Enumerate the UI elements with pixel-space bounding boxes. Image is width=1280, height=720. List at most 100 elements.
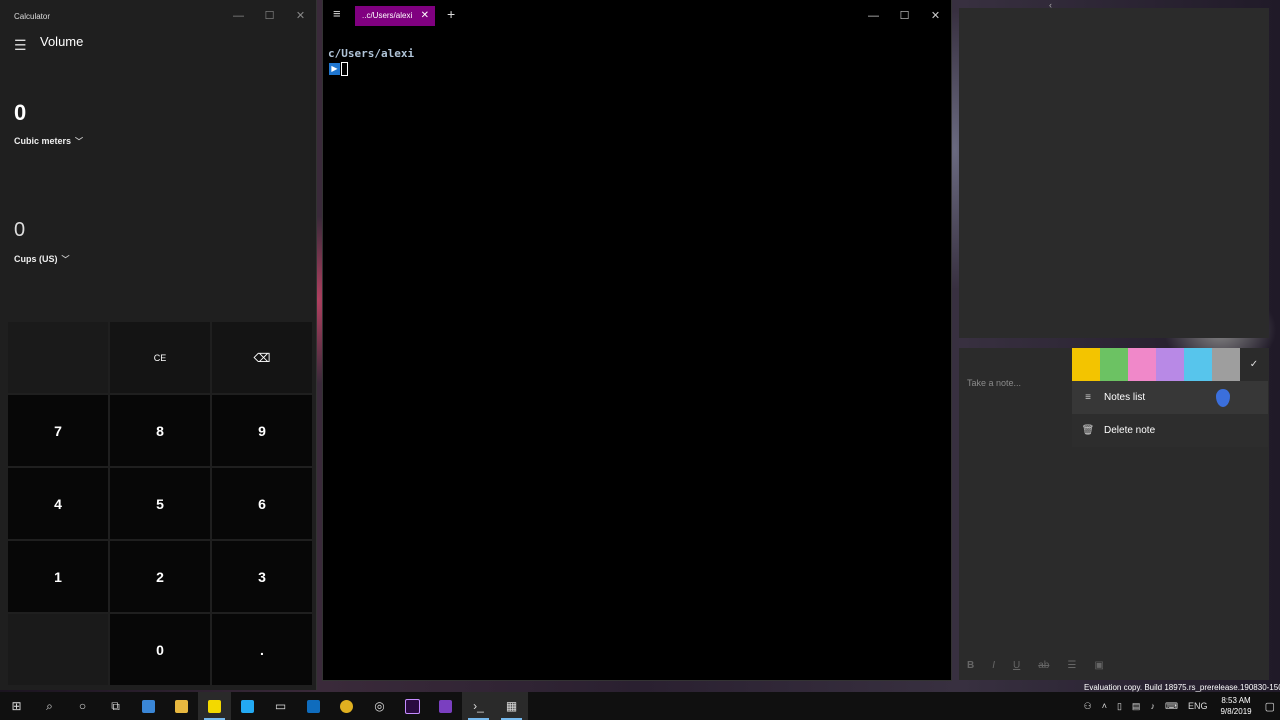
task-view-icon[interactable]: ⧉ [99,692,132,720]
file-explorer-icon[interactable] [165,692,198,720]
terminal-tabbar[interactable]: ≡ ..c/Users/alexi ✕ + — ☐ ✕ [323,0,951,30]
visual-studio-icon[interactable] [429,692,462,720]
chevron-down-icon: ﹀ [75,137,84,146]
calculator-app-title: Calculator [14,12,51,21]
powershell-icon[interactable]: ›_ [462,692,495,720]
people-icon[interactable]: ⚇ [1084,701,1092,712]
menu-item-label: Delete note [1104,425,1156,436]
digit-6-button[interactable]: 6 [212,468,312,539]
strikethrough-icon[interactable]: ab [1038,660,1049,671]
keyboard-icon[interactable]: ⌨ [1165,701,1178,712]
clock-date: 9/8/2019 [1220,707,1252,716]
output-value[interactable]: 0 [14,219,25,242]
volume-icon[interactable]: ♪ [1150,701,1155,711]
digit-2-button[interactable]: 2 [110,541,210,612]
notifications-icon[interactable]: ▢ [1265,700,1275,713]
battery-icon[interactable]: ▯ [1117,701,1122,712]
cortana-icon[interactable]: ○ [66,692,99,720]
digit-4-button[interactable]: 4 [8,468,108,539]
digit-8-button[interactable]: 8 [110,395,210,466]
taskbar: ⊞ ⌕ ○ ⧉ ▭ ◎ ›_ ▦ ⚇ ˄ ▯ ▤ ♪ ⌨ ENG 8:53 AM… [0,692,1280,720]
chevron-down-icon: ﹀ [61,255,70,264]
color-swatch-pink[interactable] [1128,348,1156,381]
calculator-close-button[interactable]: ✕ [285,6,316,26]
digit-7-button[interactable]: 7 [8,395,108,466]
menu-item-delete-note[interactable]: 🗑 Delete note [1072,414,1268,447]
menu-item-notes-list[interactable]: ≡ Notes list [1072,381,1268,414]
list-icon: ≡ [1085,392,1091,403]
clock[interactable]: 8:53 AM 9/8/2019 [1220,695,1251,717]
trash-icon: 🗑 [1081,425,1095,436]
backspace-button[interactable]: ⌫ [212,322,312,393]
text-cursor [341,62,348,76]
prompt-arrow-icon: ▶ [329,63,340,75]
underline-icon[interactable]: U [1013,660,1020,671]
color-swatch-yellow[interactable] [1072,348,1100,381]
camera-icon[interactable]: ◎ [363,692,396,720]
decimal-button[interactable]: . [212,614,312,685]
terminal-window: ≡ ..c/Users/alexi ✕ + — ☐ ✕ c/Users/alex… [322,0,952,681]
terminal-minimize-button[interactable]: — [858,6,889,26]
terminal-path-line: c/Users/alexi [328,47,415,60]
bold-icon[interactable]: B [967,660,974,671]
digit-9-button[interactable]: 9 [212,395,312,466]
image-icon[interactable]: ▣ [1094,660,1103,671]
color-swatch-gray[interactable] [1212,348,1240,381]
notes-list-panel: ‹ [959,0,1269,338]
output-unit-dropdown[interactable]: Cups (US) ﹀ [14,254,70,265]
system-tray: ⚇ ˄ ▯ ▤ ♪ ⌨ ENG 8:53 AM 9/8/2019 ▢ [1079,692,1280,720]
new-tab-button[interactable]: + [447,6,455,22]
terminal-prompt[interactable]: ▶ [329,62,348,76]
clock-time: 8:53 AM [1221,696,1251,705]
terminal-tab[interactable]: ..c/Users/alexi ✕ [355,6,435,26]
calculator-window: Calculator — ☐ ✕ ☰ Volume 0 Cubic meters… [0,0,317,690]
terminal-menu-icon[interactable]: ≡ [333,6,341,21]
chevron-left-icon[interactable]: ‹ [1049,0,1052,10]
store-icon[interactable] [132,692,165,720]
calculator-minimize-button[interactable]: — [223,6,254,26]
sticky-notes-icon[interactable] [198,692,231,720]
input-unit-dropdown[interactable]: Cubic meters ﹀ [14,136,83,147]
input-unit-label: Cubic meters [14,136,72,146]
output-unit-label: Cups (US) [14,254,58,264]
color-swatch-green[interactable] [1100,348,1128,381]
check-icon[interactable]: ✓ [1240,348,1268,381]
note-input[interactable]: Take a note... [967,378,1021,388]
terminal-close-button[interactable]: ✕ [920,6,951,26]
bullets-icon[interactable]: ☰ [1067,660,1076,671]
digit-3-button[interactable]: 3 [212,541,312,612]
menu-item-label: Notes list [1104,392,1146,403]
digit-0-button[interactable]: 0 [110,614,210,685]
hamburger-menu-icon[interactable]: ☰ [14,37,27,54]
input-value[interactable]: 0 [14,100,26,126]
digit-5-button[interactable]: 5 [110,468,210,539]
chrome-icon[interactable] [330,692,363,720]
calculator-maximize-button[interactable]: ☐ [254,6,285,26]
premiere-icon[interactable] [396,692,429,720]
terminal-tab-title: ..c/Users/alexi [362,11,413,20]
italic-icon[interactable]: I [992,660,995,671]
clear-entry-button[interactable]: CE [110,322,210,393]
calculator-app-icon[interactable]: ▦ [495,692,528,720]
color-swatch-purple[interactable] [1156,348,1184,381]
keypad-blank [8,322,108,393]
tab-close-icon[interactable]: ✕ [421,6,429,26]
calculator-mode-title: Volume [40,34,84,49]
start-windows-icon[interactable]: ⊞ [0,692,33,720]
vscode-icon[interactable] [231,692,264,720]
network-icon[interactable]: ▤ [1132,701,1141,712]
calculator-titlebar[interactable]: Calculator — ☐ ✕ [0,0,316,32]
color-swatch-blue[interactable] [1184,348,1212,381]
language-indicator[interactable]: ENG [1188,701,1208,711]
search-icon[interactable]: ⌕ [33,692,66,720]
keypad-blank [8,614,108,685]
digit-1-button[interactable]: 1 [8,541,108,612]
format-toolbar: B I U ab ☰ ▣ [967,660,1104,671]
note-color-palette: ✓ [1072,348,1268,381]
terminal-maximize-button[interactable]: ☐ [889,6,920,26]
outlook-icon[interactable] [297,692,330,720]
note-context-menu: ≡ Notes list 🗑 Delete note [1072,381,1268,447]
terminal-app-icon[interactable]: ▭ [264,692,297,720]
calculator-keypad: CE ⌫ 7 8 9 4 5 6 1 2 3 0 . [8,322,312,688]
chevron-up-icon[interactable]: ˄ [1102,701,1107,711]
